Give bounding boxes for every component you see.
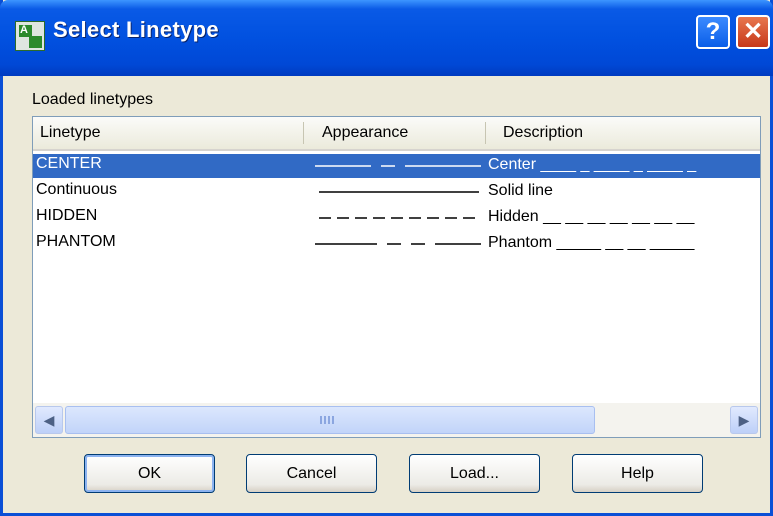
linetype-name: PHANTOM — [36, 233, 116, 250]
linetype-description: Phantom _____ __ __ _____ — [488, 234, 695, 251]
help-icon[interactable]: ? — [696, 15, 730, 49]
linetype-name: HIDDEN — [36, 207, 98, 224]
list-item-hidden[interactable]: HIDDEN Hidden __ __ __ __ __ __ __ — [33, 206, 760, 230]
linetype-description: Center ____ _ ____ _ ____ _ — [488, 156, 697, 173]
scrollbar-thumb[interactable] — [65, 406, 595, 434]
dialog-title: Select Linetype — [53, 17, 219, 42]
list-item-phantom[interactable]: PHANTOM Phantom _____ __ __ _____ — [33, 232, 760, 256]
select-linetype-dialog: A Select Linetype ? ✕ Loaded linetypes L… — [0, 0, 773, 516]
linetype-description: Hidden __ __ __ __ __ __ __ — [488, 208, 695, 225]
ok-button[interactable]: OK — [84, 454, 215, 493]
close-icon[interactable]: ✕ — [736, 15, 770, 49]
horizontal-scrollbar[interactable]: ◀ ▶ — [33, 403, 760, 437]
list-item-continuous[interactable]: Continuous Solid line — [33, 180, 760, 204]
linetype-description: Solid line — [488, 182, 553, 199]
linetype-appearance-hidden — [319, 217, 479, 219]
list-header: Linetype Appearance Description — [33, 117, 760, 151]
linetype-appearance-phantom — [315, 243, 481, 245]
arrow-left-icon[interactable]: ◀ — [35, 406, 63, 434]
title-bar[interactable]: A Select Linetype ? ✕ — [0, 0, 773, 76]
column-header-description[interactable]: Description — [503, 124, 583, 142]
arrow-right-icon[interactable]: ▶ — [730, 406, 758, 434]
help-button[interactable]: Help — [572, 454, 703, 493]
linetype-list[interactable]: Linetype Appearance Description CENTER C… — [32, 116, 761, 438]
loaded-linetypes-label: Loaded linetypes — [32, 91, 153, 108]
column-header-linetype[interactable]: Linetype — [40, 124, 101, 142]
column-header-appearance[interactable]: Appearance — [322, 124, 408, 142]
linetype-appearance-center — [315, 165, 481, 167]
linetype-name: Continuous — [36, 181, 117, 198]
list-item-center[interactable]: CENTER Center ____ _ ____ _ ____ _ — [33, 154, 760, 178]
autocad-dialog-icon: A — [15, 21, 45, 51]
load-button[interactable]: Load... — [409, 454, 540, 493]
cancel-button[interactable]: Cancel — [246, 454, 377, 493]
linetype-name: CENTER — [36, 155, 102, 172]
linetype-appearance-continuous — [319, 191, 479, 193]
